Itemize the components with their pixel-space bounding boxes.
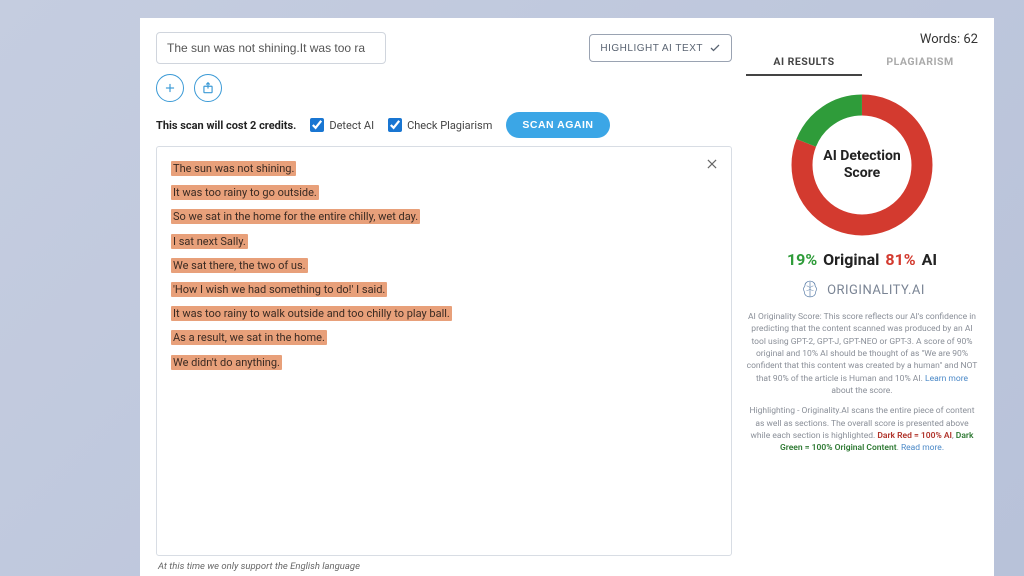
options-row: This scan will cost 2 credits. Detect AI… [156,112,732,138]
ai-label: AI [922,250,937,269]
brain-icon [799,279,821,301]
title-input[interactable] [156,32,386,64]
editor-line: As a result, we sat in the home. [171,326,717,350]
editor-line: It was too rainy to walk outside and too… [171,302,717,326]
donut-center-label: AI Detection Score [787,90,937,240]
close-icon [705,157,719,171]
highlighted-text: We sat there, the two of us. [171,258,308,273]
highlighted-text: So we sat in the home for the entire chi… [171,209,420,224]
original-percent: 19% [787,250,817,269]
ai-percent: 81% [885,250,915,269]
highlighted-text: As a result, we sat in the home. [171,330,327,345]
results-panel: Words: 62 AI RESULTS PLAGIARISM AI Detec… [746,32,978,576]
ai-detection-donut: AI Detection Score [787,90,937,240]
plus-icon [163,81,177,95]
score-explanation: AI Originality Score: This score reflect… [746,311,978,397]
editor-line: We didn't do anything. [171,351,717,375]
detect-ai-input[interactable] [310,118,324,132]
editor-line: I sat next Sally. [171,230,717,254]
detect-ai-label: Detect AI [329,119,374,132]
score-row: 19% Original 81% AI [787,250,937,269]
credits-text: This scan will cost 2 credits. [156,119,296,132]
editor-line: It was too rainy to go outside. [171,181,717,205]
editor-line: We sat there, the two of us. [171,254,717,278]
read-more-link[interactable]: Read more. [901,443,944,453]
desc1-after: about the score. [831,386,892,396]
highlight-ai-text-button[interactable]: HIGHLIGHT AI TEXT [589,34,732,62]
donut-title-1: AI Detection [823,148,900,165]
editor-line: 'How I wish we had something to do!' I s… [171,278,717,302]
highlighted-text: 'How I wish we had something to do!' I s… [171,282,387,297]
editor-close-button[interactable] [703,155,721,173]
original-label: Original [823,250,879,269]
highlighted-text: I sat next Sally. [171,234,248,249]
highlighted-text: It was too rainy to go outside. [171,185,319,200]
check-plagiarism-input[interactable] [388,118,402,132]
language-footnote: At this time we only support the English… [156,556,732,576]
check-plagiarism-checkbox[interactable]: Check Plagiarism [388,118,492,132]
highlight-button-label: HIGHLIGHT AI TEXT [600,43,703,54]
app-container: HIGHLIGHT AI TEXT This scan will cost 2 … [140,18,994,576]
share-icon [201,81,215,95]
words-label: Words: [920,32,960,47]
highlighted-text: The sun was not shining. [171,161,296,176]
left-panel: HIGHLIGHT AI TEXT This scan will cost 2 … [156,32,732,576]
scan-again-button[interactable]: SCAN AGAIN [506,112,609,138]
words-value: 62 [963,32,978,47]
highlighted-text: It was too rainy to walk outside and too… [171,306,452,321]
check-plagiarism-label: Check Plagiarism [407,119,492,132]
check-icon [709,42,721,54]
editor-line: So we sat in the home for the entire chi… [171,205,717,229]
top-row: HIGHLIGHT AI TEXT [156,32,732,64]
brand-name: ORIGINALITY.AI [827,283,925,298]
word-count: Words: 62 [920,32,978,47]
result-tabs: AI RESULTS PLAGIARISM [746,55,978,76]
highlight-explanation: Highlighting - Originality.AI scans the … [746,405,978,454]
highlighted-text: We didn't do anything. [171,355,282,370]
editor-line: The sun was not shining. [171,157,717,181]
editor-area[interactable]: The sun was not shining. It was too rain… [156,146,732,556]
learn-more-link[interactable]: Learn more [925,374,968,384]
detect-ai-checkbox[interactable]: Detect AI [310,118,374,132]
icon-row [156,74,732,102]
donut-title-2: Score [844,165,880,182]
brand-logo: ORIGINALITY.AI [799,279,925,301]
tab-ai-results[interactable]: AI RESULTS [746,55,862,76]
export-button[interactable] [194,74,222,102]
add-button[interactable] [156,74,184,102]
tab-plagiarism[interactable]: PLAGIARISM [862,55,978,76]
desc2-red: Dark Red = 100% AI [877,431,952,441]
